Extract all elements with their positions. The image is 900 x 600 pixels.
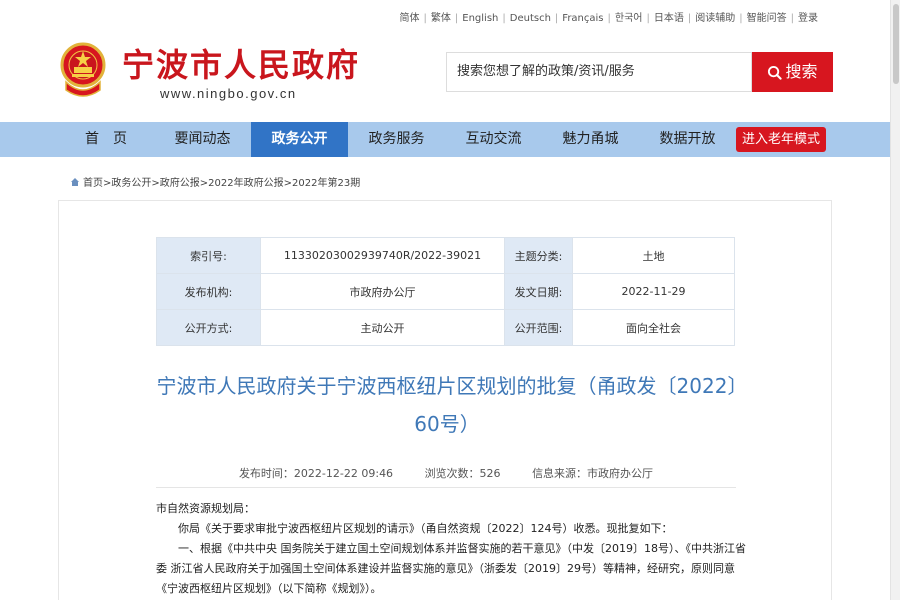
breadcrumb-gazette[interactable]: 政府公报 [160,178,200,189]
scope-label: 公开范围: [504,309,573,346]
page-scrollbar[interactable] [890,0,900,600]
nav-open-data[interactable]: 数据开放 [639,122,736,157]
search-button-label: 搜索 [785,62,818,81]
document-body: 市自然资源规划局： 你局《关于要求审批宁波西枢纽片区规划的请示》（甬自然资规〔2… [156,499,746,599]
org-value: 市政府办公厅 [260,273,505,310]
main-nav: 首 页 要闻动态 政务公开 政务服务 互动交流 魅力甬城 数据开放 进入老年模式 [0,122,890,157]
lang-japanese[interactable]: 日本语 [654,13,684,24]
publish-time: 发布时间：2022-12-22 09:46 [238,467,394,480]
article-card: 索引号: 11330203002939740R/2022-39021 主题分类:… [58,200,832,600]
date-value: 2022-11-29 [572,273,735,310]
elder-mode-button[interactable]: 进入老年模式 [736,127,826,152]
scrollbar-thumb[interactable] [893,4,899,84]
search-button[interactable]: 搜索 [752,52,833,92]
mode-label: 公开方式: [156,309,261,346]
nav-news[interactable]: 要闻动态 [154,122,251,157]
date-label: 发文日期: [504,273,573,310]
topic-label: 主题分类: [504,237,573,274]
topic-value: 土地 [572,237,735,274]
lang-french[interactable]: Français [562,13,603,24]
index-label: 索引号: [156,237,261,274]
scope-value: 面向全社会 [572,309,735,346]
lang-traditional[interactable]: 繁体 [431,13,451,24]
national-emblem-icon[interactable] [60,42,106,98]
divider [156,487,736,488]
lang-german[interactable]: Deutsch [510,13,551,24]
mode-value: 主动公开 [260,309,505,346]
language-bar: 简体 | 繁体 | English | Deutsch | Français | 한국어 | 日本语 | 阅… [399,13,818,24]
breadcrumb: 首页>政务公开>政府公报>2022年政府公报>2022年第23期 [70,174,360,189]
body-paragraph: 一、根据《中共中央 国务院关于建立国土空间规划体系并监督实施的若干意见》（中发〔… [156,542,746,595]
site-header: 简体 | 繁体 | English | Deutsch | Français | 한국어 | 日本语 | 阅… [0,0,890,122]
page: 简体 | 繁体 | English | Deutsch | Français | 한국어 | 日本语 | 阅… [0,0,900,600]
nav-interaction[interactable]: 互动交流 [445,122,542,157]
org-label: 发布机构: [156,273,261,310]
nav-home[interactable]: 首 页 [58,122,154,157]
document-meta-table: 索引号: 11330203002939740R/2022-39021 主题分类:… [156,237,735,346]
breadcrumb-gov-open[interactable]: 政务公开 [111,178,151,189]
body-paragraph: 你局《关于要求审批宁波西枢纽片区规划的请示》（甬自然资规〔2022〕124号）收… [178,522,673,535]
lang-english[interactable]: English [462,13,498,24]
home-icon [71,178,79,186]
breadcrumb-home[interactable]: 首页 [83,178,103,189]
nav-gov-affairs-open[interactable]: 政务公开 [251,122,348,157]
view-count: 浏览次数：526 [424,467,501,480]
info-source: 信息来源：市政府办公厅 [532,467,654,480]
login-link[interactable]: 登录 [798,13,818,24]
smart-qa-link[interactable]: 智能问答 [747,13,787,24]
search-input[interactable]: 搜索您想了解的政策/资讯/服务 [446,52,752,92]
lang-korean[interactable]: 한국어 [615,13,643,24]
breadcrumb-issue-23[interactable]: 2022年第23期 [292,178,360,189]
site-url: www.ningbo.gov.cn [160,86,297,101]
breadcrumb-gazette-2022[interactable]: 2022年政府公报 [208,178,283,189]
publish-info: 发布时间：2022-12-22 09:46 浏览次数：526 信息来源：市政府办… [59,465,833,481]
index-value: 11330203002939740R/2022-39021 [260,237,505,274]
reading-assist-link[interactable]: 阅读辅助 [695,13,735,24]
lang-simplified[interactable]: 简体 [400,13,420,24]
nav-gov-services[interactable]: 政务服务 [348,122,445,157]
addressee: 市自然资源规划局： [156,502,255,515]
site-title[interactable]: 宁波市人民政府 [122,40,360,86]
search-icon [768,65,783,80]
document-title: 宁波市人民政府关于宁波西枢纽片区规划的批复（甬政发〔2022〕60号） [156,374,738,436]
nav-charm-city[interactable]: 魅力甬城 [542,122,639,157]
